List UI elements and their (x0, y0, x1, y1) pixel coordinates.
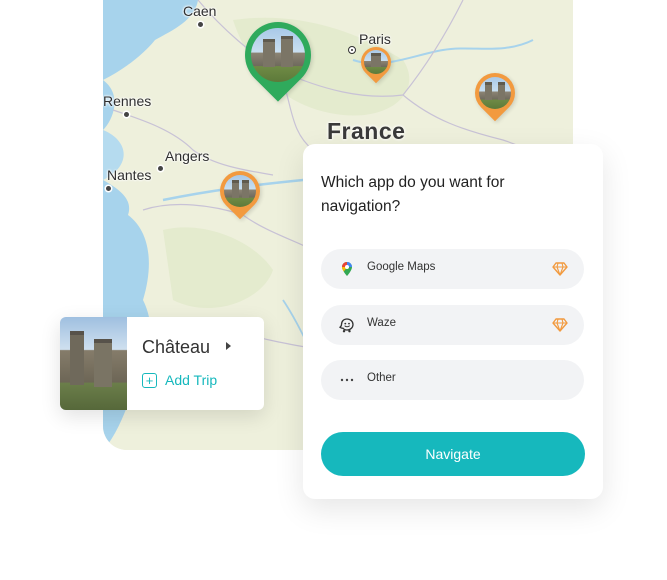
city-dot-angers (158, 166, 163, 171)
navigate-button[interactable]: Navigate (321, 432, 585, 476)
place-photo (60, 317, 127, 410)
caret-right-icon[interactable] (226, 342, 231, 350)
pin-photo (224, 175, 256, 207)
pin-photo (364, 50, 388, 74)
more-dots-icon (340, 378, 354, 382)
diamond-icon (552, 262, 568, 276)
place-title[interactable]: Château (142, 337, 210, 358)
capital-dot-paris (348, 46, 356, 54)
option-google-maps[interactable]: Google Maps (321, 249, 584, 289)
waze-icon (339, 318, 354, 333)
city-label-angers: Angers (165, 148, 210, 164)
dialog-question: Which app do you want for navigation? (321, 174, 505, 215)
city-label-paris: Paris (359, 31, 391, 47)
pin-photo (479, 77, 511, 109)
city-label-caen: Caen (183, 3, 217, 19)
add-trip-button[interactable]: + Add Trip (142, 372, 217, 388)
plus-square-icon: + (142, 372, 157, 388)
diamond-icon (552, 318, 568, 332)
city-dot-rennes (124, 112, 129, 117)
city-dot-nantes (106, 186, 111, 191)
option-other[interactable]: Other (321, 360, 584, 400)
city-label-rennes: Rennes (103, 93, 152, 109)
city-dot-caen (198, 22, 203, 27)
place-card[interactable]: Château + Add Trip (60, 317, 264, 410)
option-label: Google Maps (367, 261, 436, 273)
option-label: Waze (367, 317, 396, 329)
country-label: France (327, 118, 406, 144)
option-waze[interactable]: Waze (321, 305, 584, 345)
navigation-app-dialog: Which app do you want for navigation? Go… (303, 144, 603, 499)
city-label-nantes: Nantes (107, 167, 152, 183)
option-label: Other (367, 372, 396, 384)
add-trip-label: Add Trip (165, 372, 218, 388)
pin-photo (251, 27, 305, 82)
google-maps-icon (342, 262, 352, 276)
